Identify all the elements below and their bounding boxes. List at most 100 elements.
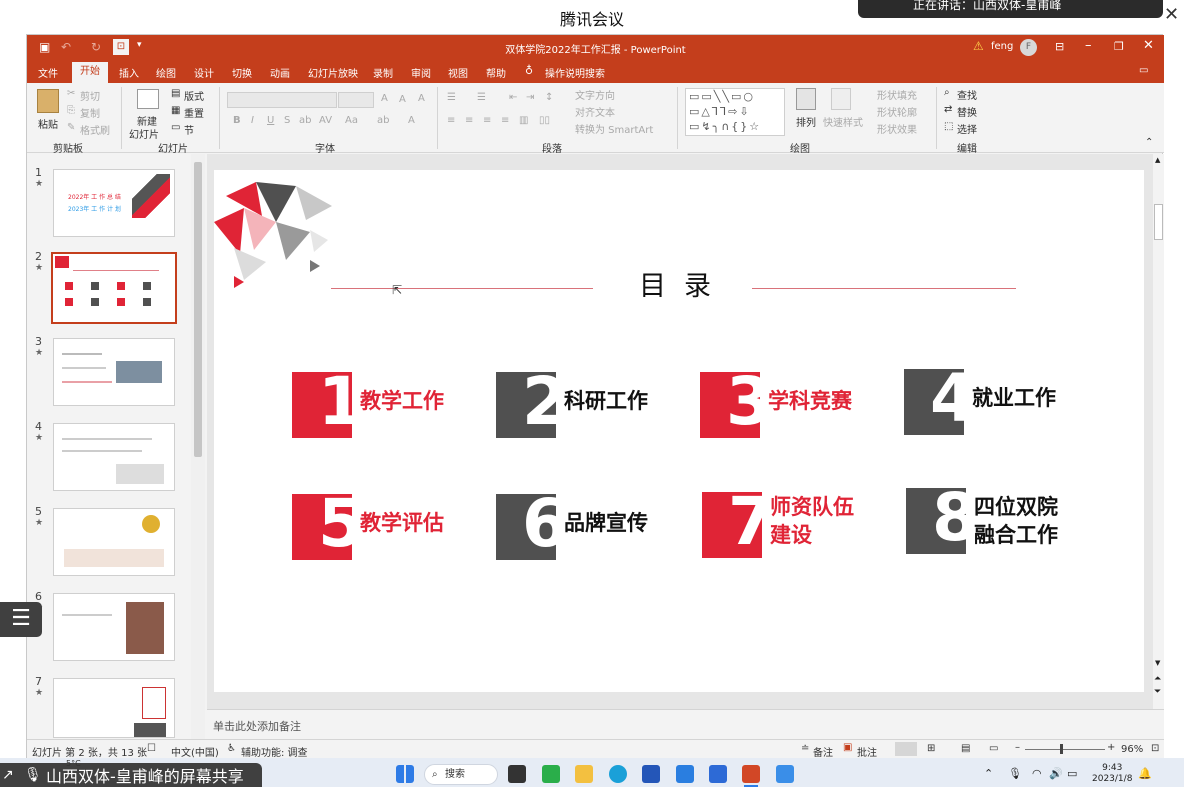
italic-icon[interactable]: I xyxy=(251,115,254,126)
notification-icon[interactable]: 🔔 xyxy=(1138,767,1152,780)
volume-icon[interactable]: 🔊 xyxy=(1049,767,1063,780)
shape-outline-button[interactable]: 形状轮廓 xyxy=(877,104,917,119)
tab-draw[interactable]: 绘图 xyxy=(156,65,176,80)
toc-item-8[interactable]: 8 四位双院 融合工作 xyxy=(906,482,1058,556)
normal-view-icon[interactable] xyxy=(895,742,917,756)
zoom-slider[interactable] xyxy=(1025,749,1105,750)
new-slide-label[interactable]: 幻灯片 xyxy=(129,126,159,141)
font-name-select[interactable] xyxy=(227,92,337,108)
thumbnail-slide-1[interactable]: 2022年 工 作 总 结 2023年 工 作 计 划 xyxy=(53,169,175,237)
cut-icon[interactable]: ✂ xyxy=(67,88,75,99)
clear-format-icon[interactable]: A xyxy=(418,93,425,104)
tab-insert[interactable]: 插入 xyxy=(119,65,139,80)
columns-icon[interactable]: ▯▯ xyxy=(539,115,550,126)
tab-home[interactable]: 开始 xyxy=(72,62,108,83)
tab-file[interactable]: 文件 xyxy=(38,65,58,80)
toc-item-3[interactable]: 3 学科竞赛 xyxy=(700,366,852,440)
scroll-down-icon[interactable]: ▼ xyxy=(1155,659,1160,667)
restore-icon[interactable]: ❐ xyxy=(1114,40,1124,53)
layout-icon[interactable]: ▤ xyxy=(171,88,180,99)
powerpoint-taskbar-icon[interactable] xyxy=(742,765,760,783)
decrease-indent-icon[interactable]: ⇤ xyxy=(509,92,517,103)
format-painter-button[interactable]: 格式刷 xyxy=(80,122,110,137)
comments-icon[interactable]: ▭ xyxy=(1139,65,1148,76)
section-icon[interactable]: ▭ xyxy=(171,122,180,133)
previous-slide-icon[interactable]: ⏶ xyxy=(1154,674,1161,684)
wechat-icon[interactable] xyxy=(542,765,560,783)
line-spacing-icon[interactable]: ↕ xyxy=(545,92,553,103)
notes-pane[interactable]: 单击此处添加备注 xyxy=(207,709,1164,739)
select-icon[interactable]: ⬚ xyxy=(944,121,953,132)
font-color-icon[interactable]: A xyxy=(408,115,415,126)
arrange-icon[interactable] xyxy=(796,88,816,110)
tab-design[interactable]: 设计 xyxy=(194,65,214,80)
section-button[interactable]: 节 xyxy=(184,122,194,137)
distributed-icon[interactable]: ▥ xyxy=(519,115,528,126)
replace-icon[interactable]: ⇄ xyxy=(944,104,952,115)
fit-slide-icon[interactable]: ⊡ xyxy=(1151,743,1159,754)
font-size-select[interactable] xyxy=(338,92,374,108)
change-case-icon[interactable]: Aa xyxy=(345,115,358,126)
slide-scrollbar[interactable]: ▲ ▼ ⏶ ⏷ xyxy=(1153,154,1164,709)
bold-icon[interactable]: B xyxy=(233,115,241,126)
accessibility-icon[interactable]: ♿ xyxy=(227,743,236,754)
reading-view-icon[interactable]: ▤ xyxy=(961,743,970,754)
tab-help[interactable]: 帮助 xyxy=(486,65,506,80)
reset-button[interactable]: 重置 xyxy=(184,105,204,120)
align-text-button[interactable]: 对齐文本 xyxy=(575,104,615,119)
toc-item-7[interactable]: 7 师资队伍 建设 xyxy=(702,486,854,560)
arrange-button[interactable]: 排列 xyxy=(796,114,816,129)
zoom-slider-thumb[interactable] xyxy=(1060,744,1063,754)
toc-item-4[interactable]: 4 就业工作 xyxy=(904,363,1056,437)
notes-placeholder[interactable]: 单击此处添加备注 xyxy=(213,718,301,734)
accessibility-status[interactable]: 辅助功能: 调查 xyxy=(241,744,308,759)
format-painter-icon[interactable]: ✎ xyxy=(67,122,75,133)
increase-font-icon[interactable]: A xyxy=(381,93,388,104)
thumbnail-slide-5[interactable] xyxy=(53,508,175,576)
store-icon[interactable] xyxy=(642,765,660,783)
tab-transitions[interactable]: 切换 xyxy=(232,65,252,80)
align-center-icon[interactable]: ≡ xyxy=(465,115,473,126)
tray-clock[interactable]: 9:43 2023/1/8 xyxy=(1092,763,1132,785)
tencent-meeting-icon[interactable] xyxy=(676,765,694,783)
tray-mic-icon[interactable]: 🎙 xyxy=(1008,767,1022,780)
comments-button[interactable]: 批注 xyxy=(857,744,877,759)
paste-icon[interactable] xyxy=(37,89,59,113)
slide[interactable]: 目录 ⇱ 1 教学工作 2 科研工作 3 学科竞赛 4 就业工作 5 教学评估 … xyxy=(214,170,1144,692)
photos-icon[interactable] xyxy=(709,765,727,783)
shape-fill-button[interactable]: 形状填充 xyxy=(877,87,917,102)
minimize-icon[interactable]: – xyxy=(1085,38,1092,53)
highlight-icon[interactable]: ab xyxy=(377,115,389,126)
battery-icon[interactable]: ▭ xyxy=(1067,767,1077,780)
tab-view[interactable]: 视图 xyxy=(448,65,468,80)
bullets-icon[interactable]: ☰ xyxy=(447,92,456,103)
reset-icon[interactable]: ▦ xyxy=(171,105,180,116)
select-button[interactable]: 选择 xyxy=(957,121,977,136)
microphone-icon[interactable]: 🎙 xyxy=(24,767,42,783)
increase-indent-icon[interactable]: ⇥ xyxy=(526,92,534,103)
replace-button[interactable]: 替换 xyxy=(957,104,977,119)
slide-heading[interactable]: 目录 xyxy=(639,264,729,303)
app-icon[interactable] xyxy=(776,765,794,783)
thumbnail-slide-2[interactable] xyxy=(51,252,177,324)
underline-icon[interactable]: U xyxy=(267,115,274,126)
cut-button[interactable]: 剪切 xyxy=(80,88,100,103)
comments-status-icon[interactable]: ▣ xyxy=(843,742,852,753)
strikethrough-icon[interactable]: S xyxy=(284,115,290,126)
edge-icon[interactable] xyxy=(609,765,627,783)
close-icon[interactable]: ✕ xyxy=(1164,4,1179,25)
spellcheck-icon[interactable]: ☐ xyxy=(147,743,156,754)
start-icon[interactable] xyxy=(396,765,414,783)
list-toggle-icon[interactable]: ☰ xyxy=(0,602,42,637)
thumbnail-scrollbar[interactable] xyxy=(191,154,205,739)
copy-icon[interactable]: ⎘ xyxy=(67,105,75,116)
quick-styles-icon[interactable] xyxy=(831,88,851,110)
thumbnail-slide-7[interactable] xyxy=(53,678,175,738)
tab-record[interactable]: 录制 xyxy=(373,65,393,80)
align-right-icon[interactable]: ≡ xyxy=(483,115,491,126)
tab-animations[interactable]: 动画 xyxy=(270,65,290,80)
toc-item-1[interactable]: 1 教学工作 xyxy=(292,366,444,440)
collapse-ribbon-icon[interactable]: ⌃ xyxy=(1145,137,1153,148)
text-direction-button[interactable]: 文字方向 xyxy=(575,87,615,102)
zoom-in-icon[interactable]: + xyxy=(1107,742,1115,753)
